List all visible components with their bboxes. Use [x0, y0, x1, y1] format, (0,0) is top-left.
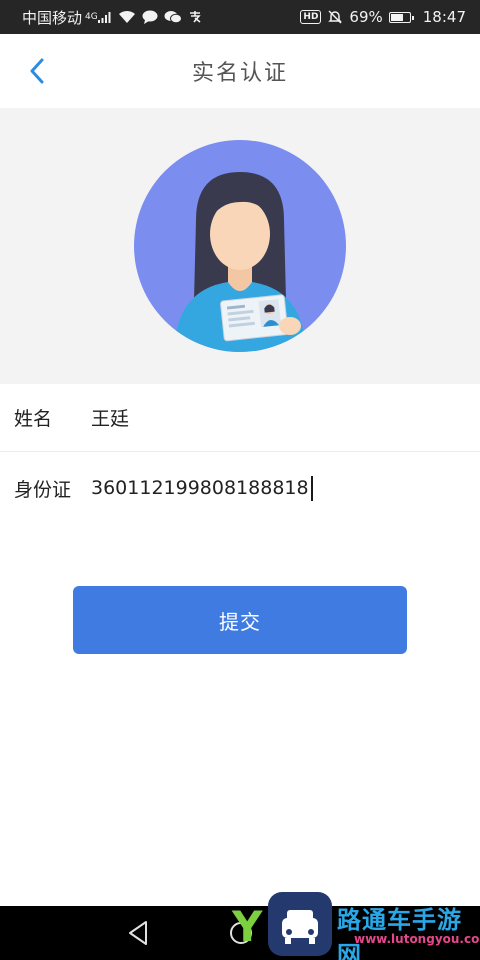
submit-button[interactable]: 提交: [73, 586, 407, 654]
watermark-letter-y: Y: [232, 902, 263, 951]
wifi-icon: [118, 10, 136, 24]
id-number-label: 身份证: [14, 478, 72, 501]
battery-icon: [388, 11, 414, 23]
id-number-row: 身份证 360112199808188818: [0, 452, 480, 524]
message-icon: [142, 10, 158, 24]
id-card-person-illustration: [134, 140, 346, 352]
page-header: 实名认证: [0, 34, 480, 108]
avatar-section: [0, 108, 480, 384]
nav-back-icon[interactable]: [127, 920, 149, 946]
car-logo-icon: [268, 892, 332, 956]
signal-icon: 4G: [85, 11, 112, 23]
name-row: 姓名 王廷: [0, 384, 480, 452]
status-right: HD 69% 18:47: [300, 8, 466, 26]
name-label: 姓名: [14, 408, 53, 430]
submit-button-label: 提交: [219, 609, 261, 634]
mute-bell-icon: [327, 9, 343, 25]
wechat-icon: [164, 10, 182, 24]
name-field[interactable]: 王廷: [91, 404, 129, 431]
alipay-icon: [188, 10, 202, 24]
back-button[interactable]: [22, 54, 52, 88]
status-left: 中国移动 4G: [22, 7, 202, 28]
battery-fill: [390, 13, 404, 21]
watermark: Y 路通车手游网 www.lutongyou.com: [232, 892, 480, 960]
watermark-brand: 路通车手游网: [337, 906, 462, 960]
status-bar: 中国移动 4G HD 69% 18:47: [0, 0, 480, 34]
clock: 18:47: [422, 8, 466, 26]
text-cursor: [310, 475, 313, 501]
page-title: 实名认证: [191, 61, 288, 86]
carrier-label: 中国移动: [22, 8, 83, 27]
network-type-label: 4G: [85, 12, 98, 22]
battery-percent: 69%: [349, 8, 383, 26]
chevron-left-icon: [30, 58, 44, 84]
watermark-url: www.lutongyou.com: [354, 932, 480, 946]
id-number-field[interactable]: 360112199808188818: [91, 475, 313, 501]
id-number-value: 360112199808188818: [91, 476, 309, 499]
hd-icon: HD: [300, 10, 322, 24]
